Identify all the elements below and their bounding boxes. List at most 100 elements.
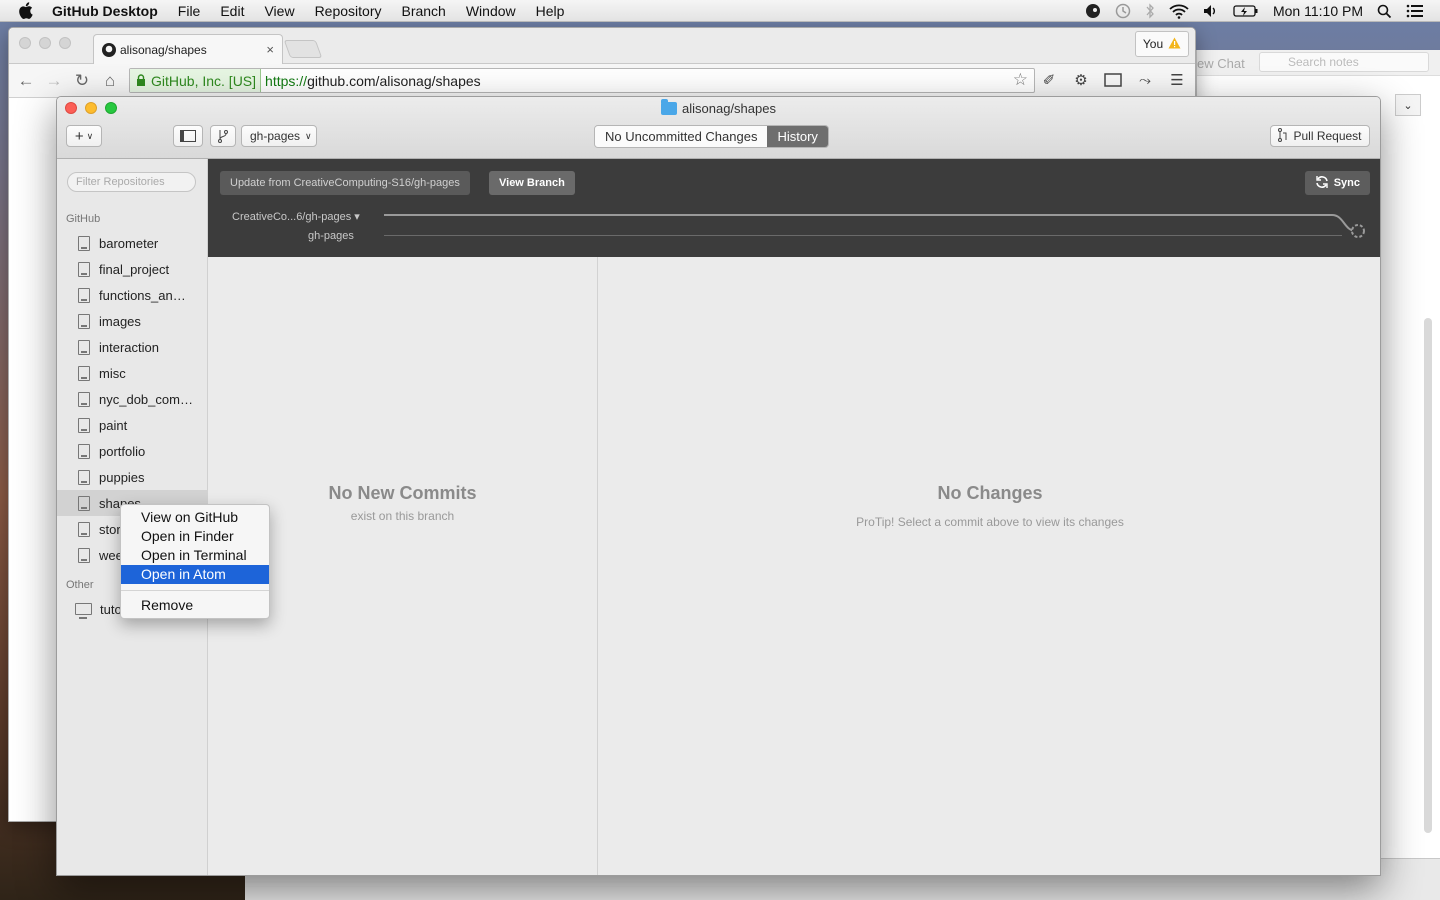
repo-name: final_project <box>99 261 170 277</box>
branch-icon-button[interactable] <box>210 125 236 147</box>
eyedropper-icon[interactable]: ✐ <box>1039 70 1059 90</box>
repo-icon <box>78 313 90 329</box>
menu-view[interactable]: View <box>264 3 294 19</box>
reload-icon[interactable]: ↻ <box>71 71 93 91</box>
window-title: alisonag/shapes <box>57 99 1380 116</box>
close-window-button-inactive[interactable] <box>19 37 31 49</box>
profile-button[interactable]: You <box>1135 31 1189 57</box>
update-from-upstream-button[interactable]: Update from CreativeComputing-S16/gh-pag… <box>220 171 470 195</box>
repo-icon <box>78 495 90 511</box>
no-changes-title: No Changes <box>937 483 1043 503</box>
repo-item[interactable]: nyc_dob_com… <box>57 386 208 412</box>
repo-item[interactable]: barometer <box>57 230 208 256</box>
zoom-window-button-inactive[interactable] <box>59 37 71 49</box>
no-commits-title: No New Commits <box>328 483 477 503</box>
no-changes-subtitle: ProTip! Select a commit above to view it… <box>856 515 1124 529</box>
extension-icon[interactable]: ⤳ <box>1135 70 1155 90</box>
browser-tab[interactable]: alisonag/shapes × <box>93 34 283 64</box>
chevron-down-icon: ∨ <box>305 130 312 141</box>
repo-item[interactable]: misc <box>57 360 208 386</box>
url-host-path: github.com/alisonag/shapes <box>307 72 481 89</box>
repo-name: puppies <box>99 469 145 485</box>
sync-icon <box>1315 175 1329 192</box>
repo-icon <box>78 391 90 407</box>
sync-button[interactable]: Sync <box>1304 171 1370 195</box>
branch-selector-label: gh-pages <box>250 129 301 143</box>
github-octocat-icon <box>102 42 116 57</box>
browser-tabstrip: alisonag/shapes × You <box>9 28 1195 64</box>
new-tab-button[interactable] <box>283 40 323 58</box>
repo-name: tuto <box>100 601 122 617</box>
repo-icon <box>78 339 90 355</box>
menu-edit[interactable]: Edit <box>220 3 244 19</box>
repo-icon <box>78 547 90 563</box>
address-bar[interactable]: GitHub, Inc. [US] https://github.com/ali… <box>129 68 1035 93</box>
repo-item[interactable]: images <box>57 308 208 334</box>
menu-branch[interactable]: Branch <box>401 3 445 19</box>
menu-item-view-on-github[interactable]: View on GitHub <box>121 508 269 527</box>
volume-icon[interactable] <box>1203 4 1219 18</box>
url-scheme: https:// <box>265 72 308 89</box>
wifi-icon[interactable] <box>1169 4 1189 19</box>
menu-item-open-in-terminal[interactable]: Open in Terminal <box>121 546 269 565</box>
time-machine-icon[interactable] <box>1115 3 1131 19</box>
search-notes-input[interactable]: Search notes <box>1259 52 1429 72</box>
repo-item[interactable]: paint <box>57 412 208 438</box>
pull-request-icon <box>1278 127 1288 145</box>
pull-request-button[interactable]: Pull Request <box>1270 125 1370 147</box>
close-tab-icon[interactable]: × <box>266 42 274 57</box>
menu-repository[interactable]: Repository <box>315 3 382 19</box>
menu-app-name[interactable]: GitHub Desktop <box>52 3 158 19</box>
gear-icon[interactable]: ⚙ <box>1071 70 1091 90</box>
menu-item-open-in-atom[interactable]: Open in Atom <box>121 565 269 584</box>
battery-icon[interactable] <box>1233 4 1259 18</box>
compare-branch-selector[interactable]: CreativeCo...6/gh-pages ▾ <box>232 210 360 223</box>
repo-name: nyc_dob_com… <box>99 391 193 407</box>
plus-icon: + <box>74 127 84 145</box>
add-repository-button[interactable]: + ∨ <box>66 125 102 147</box>
repo-icon <box>78 469 90 485</box>
tab-history[interactable]: History <box>767 126 828 147</box>
spotlight-icon[interactable] <box>1377 4 1392 19</box>
scrollbar[interactable] <box>1424 318 1432 833</box>
repo-item[interactable]: final_project <box>57 256 208 282</box>
repo-item[interactable]: interaction <box>57 334 208 360</box>
menu-item-open-in-finder[interactable]: Open in Finder <box>121 527 269 546</box>
new-chat-button[interactable]: ew Chat <box>1197 56 1245 71</box>
repo-name: portfolio <box>99 443 146 459</box>
repo-item[interactable]: functions_an… <box>57 282 208 308</box>
cast-icon[interactable] <box>1103 70 1123 90</box>
current-branch-label: gh-pages <box>308 230 354 242</box>
repo-icon <box>78 287 90 303</box>
minimize-window-button-inactive[interactable] <box>39 37 51 49</box>
menu-file[interactable]: File <box>178 3 201 19</box>
evernote-icon[interactable] <box>1085 3 1101 19</box>
notification-center-icon[interactable] <box>1406 4 1424 18</box>
chrome-menu-icon[interactable]: ☰ <box>1167 70 1187 90</box>
menu-bar: GitHub Desktop File Edit View Repository… <box>0 0 1440 22</box>
repo-item[interactable]: portfolio <box>57 438 208 464</box>
repo-name: functions_an… <box>99 287 186 303</box>
tab-title: alisonag/shapes <box>120 42 207 57</box>
bluetooth-icon[interactable] <box>1145 3 1155 19</box>
apple-icon[interactable] <box>18 2 36 19</box>
menu-help[interactable]: Help <box>536 3 565 19</box>
ev-certificate-badge[interactable]: GitHub, Inc. [US] <box>130 69 262 92</box>
filter-repositories-input[interactable]: Filter Repositories <box>67 172 196 192</box>
branch-selector[interactable]: gh-pages ∨ <box>241 125 317 147</box>
repo-item[interactable]: puppies <box>57 464 208 490</box>
forward-arrow-icon[interactable]: → <box>43 71 65 91</box>
back-arrow-icon[interactable]: ← <box>15 71 37 91</box>
menubar-clock[interactable]: Mon 11:10 PM <box>1273 3 1363 19</box>
menu-item-remove[interactable]: Remove <box>121 596 269 615</box>
toggle-sidebar-button[interactable] <box>173 125 203 147</box>
chevron-down-icon[interactable]: ⌄ <box>1395 94 1421 116</box>
bookmark-star-icon[interactable]: ☆ <box>1013 70 1028 90</box>
ev-label: GitHub, Inc. [US] <box>151 72 257 89</box>
repo-name: interaction <box>99 339 159 355</box>
menu-window[interactable]: Window <box>466 3 516 19</box>
view-branch-button[interactable]: View Branch <box>489 171 575 195</box>
branch-merge-graph-icon <box>1331 214 1365 238</box>
home-icon[interactable]: ⌂ <box>99 71 121 91</box>
tab-uncommitted-changes[interactable]: No Uncommitted Changes <box>595 126 768 147</box>
